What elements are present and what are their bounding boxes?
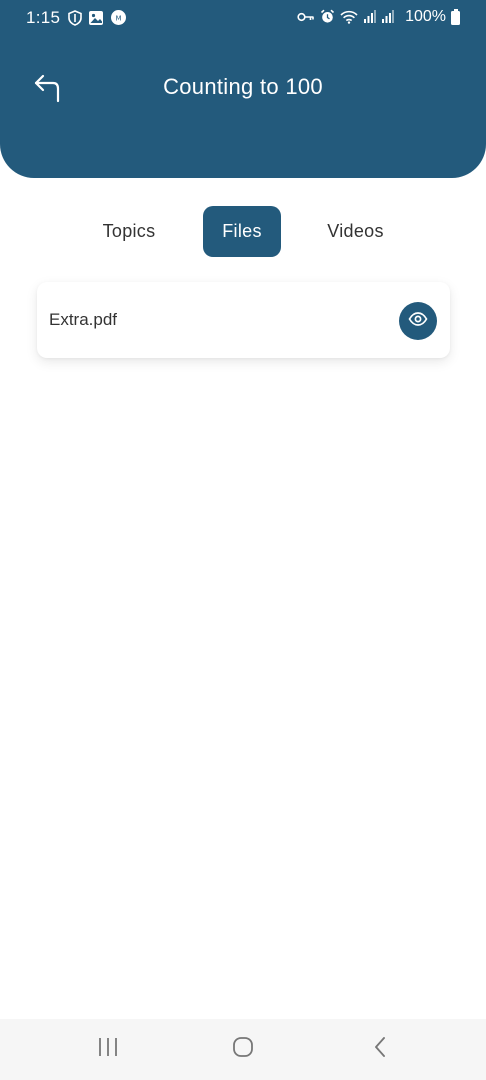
battery-level: 100% [405,8,446,25]
tab-files[interactable]: Files [203,206,281,257]
back-icon [373,1036,387,1063]
page-title: Counting to 100 [163,74,323,99]
eye-icon [408,311,428,331]
home-icon [232,1036,254,1063]
view-file-button[interactable] [399,302,437,340]
vpn-key-icon [297,10,315,28]
recent-apps-icon [97,1037,119,1062]
app-header: 1:15 M 100% Counting to 100 [0,0,486,178]
battery-icon [451,9,460,25]
chat-icon: M [110,9,127,31]
status-right-icons [297,9,394,29]
home-button[interactable] [223,1031,263,1067]
tab-bar: Topics Files Videos [0,206,486,257]
file-name: Extra.pdf [49,310,118,329]
shield-icon [68,9,82,31]
file-item[interactable]: Extra.pdf [37,282,450,358]
alarm-icon [320,9,335,29]
svg-text:M: M [115,15,121,23]
tab-topics[interactable]: Topics [88,206,170,257]
system-back-button[interactable] [360,1031,400,1067]
signal-icon [381,10,394,28]
system-nav-bar [0,1019,486,1080]
status-left-icons: M [68,9,127,31]
image-icon [88,10,104,31]
wifi-icon [340,10,358,29]
signal-icon [363,10,376,28]
recent-apps-button[interactable] [88,1031,128,1067]
status-bar: 1:15 M 100% [0,0,486,36]
tab-videos[interactable]: Videos [313,206,398,257]
status-time: 1:15 [26,8,61,27]
